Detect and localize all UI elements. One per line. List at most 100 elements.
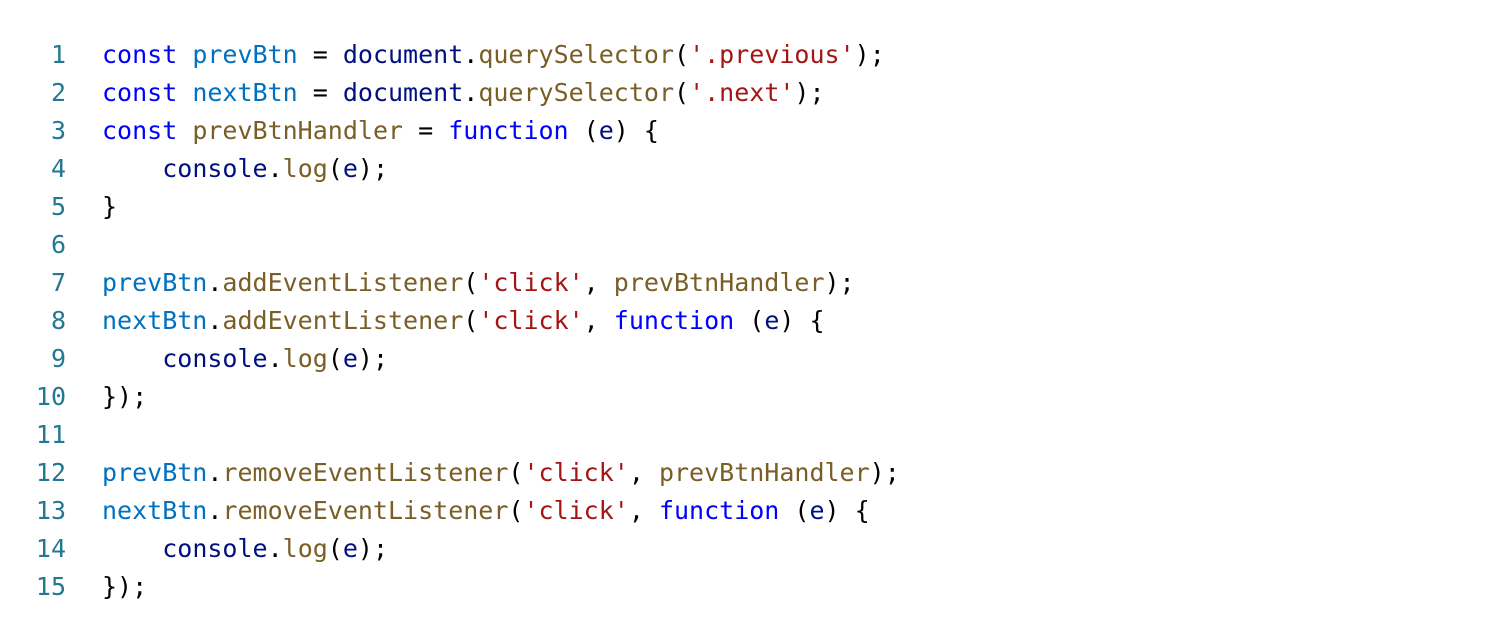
code-text[interactable] [66,226,1494,264]
code-token: . [207,458,223,487]
code-token: ( [674,40,690,69]
code-line[interactable]: 7 prevBtn.addEventListener('click', prevB… [0,264,1494,302]
code-token: 'click' [478,268,584,297]
code-text[interactable]: const nextBtn = document.querySelector('… [66,74,1494,112]
code-line[interactable]: 15}); [0,568,1494,606]
code-token: console [162,154,268,183]
code-text[interactable]: } [66,188,1494,226]
code-text[interactable]: console.log(e); [66,150,1494,188]
line-number: 6 [50,230,66,259]
code-text[interactable]: const prevBtnHandler = function (e) { [66,112,1494,150]
code-line[interactable]: 12 prevBtn.removeEventListener('click', p… [0,454,1494,492]
code-token: e [598,116,614,145]
code-token: e [342,154,358,183]
code-line[interactable]: 11 [0,416,1494,454]
code-token: . [463,40,479,69]
code-token: . [267,344,283,373]
code-token: = [297,40,343,69]
code-text[interactable]: nextBtn.removeEventListener('click', fun… [66,492,1494,530]
code-token: prevBtnHandler [613,268,825,297]
code-token: const [102,78,178,107]
code-token: ( [327,344,343,373]
code-text[interactable]: nextBtn.addEventListener('click', functi… [66,302,1494,340]
code-line[interactable]: 1 const prevBtn = document.querySelector(… [0,36,1494,74]
code-token: log [282,154,328,183]
code-line[interactable]: 9 console.log(e); [0,340,1494,378]
code-token: e [342,534,358,563]
code-editor[interactable]: 1 const prevBtn = document.querySelector(… [0,36,1494,606]
code-token: . [207,268,223,297]
code-token: e [809,496,825,525]
code-token: } [102,192,118,221]
code-line[interactable]: 2 const nextBtn = document.querySelector(… [0,74,1494,112]
code-token: addEventListener [222,268,464,297]
line-number: 13 [35,496,66,525]
line-number: 1 [50,40,66,69]
code-token: 'click' [478,306,584,335]
code-token: , [628,458,659,487]
code-token: prevBtnHandler [658,458,870,487]
code-text[interactable]: }); [66,378,1494,416]
code-token: . [207,496,223,525]
code-token: prevBtnHandler [192,116,404,145]
code-token: querySelector [478,40,674,69]
code-token: , [628,496,659,525]
code-line[interactable]: 10}); [0,378,1494,416]
code-text[interactable]: console.log(e); [66,340,1494,378]
code-token: const [102,40,178,69]
line-number: 10 [35,382,66,411]
code-text[interactable] [66,416,1494,454]
code-token: function [658,496,780,525]
line-number: 4 [50,154,66,183]
line-number: 14 [35,534,66,563]
code-token: ( [327,534,343,563]
code-token: removeEventListener [222,496,509,525]
code-token: }); [102,382,148,411]
code-line[interactable]: 4 console.log(e); [0,150,1494,188]
code-token: document [342,78,464,107]
code-token: querySelector [478,78,674,107]
code-token: console [162,344,268,373]
code-token: ); [824,268,855,297]
code-token: . [207,306,223,335]
code-token: , [583,306,614,335]
code-token: ) { [613,116,659,145]
code-token: document [342,40,464,69]
code-token: }); [102,572,148,601]
line-number: 5 [50,192,66,221]
code-line[interactable]: 5} [0,188,1494,226]
code-text[interactable]: }); [66,568,1494,606]
code-text[interactable]: const prevBtn = document.querySelector('… [66,36,1494,74]
line-number: 8 [50,306,66,335]
code-token: function [448,116,569,145]
code-token: ( [463,306,479,335]
line-number: 2 [50,78,66,107]
code-line[interactable]: 3 const prevBtnHandler = function (e) { [0,112,1494,150]
line-number: 7 [50,268,66,297]
code-token: ); [357,534,389,563]
code-line[interactable]: 8 nextBtn.addEventListener('click', funct… [0,302,1494,340]
code-token: log [282,344,328,373]
code-token: nextBtn [102,306,208,335]
line-number: 11 [35,420,66,449]
code-token: prevBtn [102,268,208,297]
code-token: 'click' [523,496,629,525]
code-token: = [403,116,449,145]
code-token: ( [734,306,765,335]
code-line[interactable]: 14 console.log(e); [0,530,1494,568]
code-token: ); [357,154,389,183]
code-text[interactable]: prevBtn.removeEventListener('click', pre… [66,454,1494,492]
code-token: prevBtn [192,40,298,69]
code-text[interactable]: console.log(e); [66,530,1494,568]
code-token: nextBtn [192,78,298,107]
code-token: ( [779,496,810,525]
line-number: 15 [35,572,66,601]
code-token: , [583,268,614,297]
code-line[interactable]: 13 nextBtn.removeEventListener('click', f… [0,492,1494,530]
code-line[interactable]: 6 [0,226,1494,264]
code-text[interactable]: prevBtn.addEventListener('click', prevBt… [66,264,1494,302]
code-token: console [162,534,268,563]
